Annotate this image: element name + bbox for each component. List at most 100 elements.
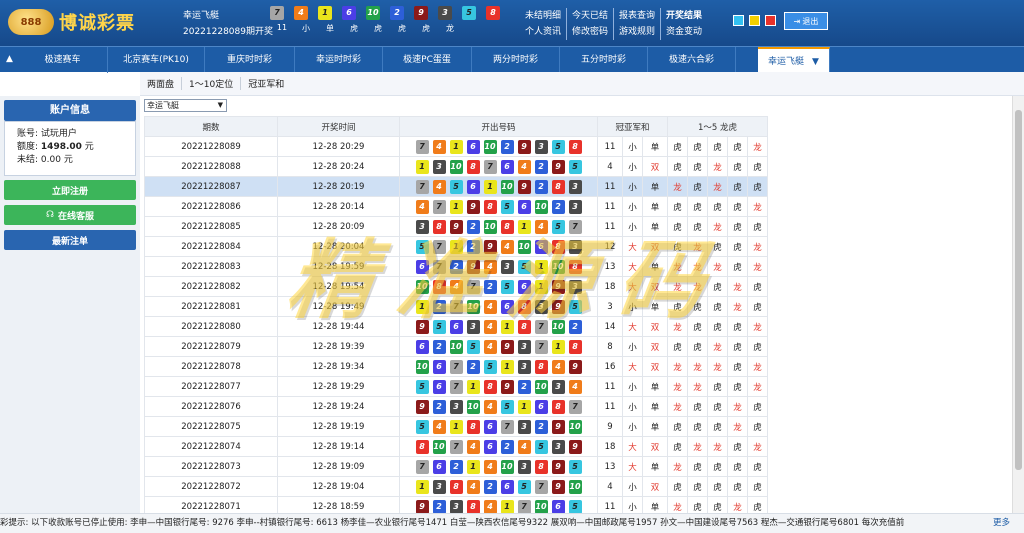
table-row[interactable]: 20221228073 12-28 19:09 7 6 2 1 4 10 3 8 9 5 13 大单龙虎虎… <box>144 456 769 477</box>
register-button[interactable]: 立即注册 <box>4 180 136 200</box>
result-ball: 2 <box>449 259 463 274</box>
logout-icon: ⇥ <box>793 16 801 26</box>
top-link[interactable]: 未结明细 <box>520 8 568 24</box>
cell-parity: 单 <box>642 496 668 513</box>
table-row[interactable]: 20221228086 12-28 20:14 4 7 1 9 8 5 6 10 2 3 11 小单虎虎虎… <box>144 196 769 217</box>
table-row[interactable]: 20221228088 12-28 20:24 1 3 10 8 7 6 4 2 9 5 4 小双虎虎龙虎… <box>144 156 769 177</box>
cell-sum: 4 <box>597 476 623 497</box>
brand-logo[interactable]: 888 博诚彩票 <box>8 6 135 38</box>
current-stat: 虎 <box>422 24 430 33</box>
logout-button[interactable]: ⇥ 退出 <box>784 12 828 30</box>
result-ball: 7 <box>483 159 497 174</box>
top-link[interactable]: 开奖结果 <box>661 8 707 24</box>
table-row[interactable]: 20221228089 12-28 20:29 7 4 1 6 10 2 9 3 5 8 11 小单虎虎虎… <box>144 136 769 157</box>
table-row[interactable]: 20221228077 12-28 19:29 5 6 7 1 8 9 2 10 3 4 11 小单龙龙虎… <box>144 376 769 397</box>
subnav-champion-sum[interactable]: 冠亚军和 <box>241 77 291 90</box>
cell-dragon-tiger: 虎 <box>667 136 688 157</box>
table-row[interactable]: 20221228079 12-28 19:39 6 2 10 5 4 9 3 7 1 8 8 小双虎虎龙虎… <box>144 336 769 357</box>
table-row[interactable]: 20221228081 12-28 19:49 1 2 7 10 4 6 8 3 9 5 3 小单虎虎虎龙… <box>144 296 769 317</box>
online-service-button[interactable]: ☊ 在线客服 <box>4 205 136 225</box>
tab-lottery[interactable]: 五分时时彩 <box>560 47 648 73</box>
top-link[interactable]: 资金变动 <box>661 24 707 40</box>
result-ball: 8 <box>449 479 463 494</box>
table-row[interactable]: 20221228085 12-28 20:09 3 8 9 2 10 8 1 4 5 7 11 小单虎虎龙… <box>144 216 769 237</box>
top-link[interactable]: 今天已结 <box>567 8 615 24</box>
cell-dragon-tiger: 虎 <box>687 316 708 337</box>
result-ball: 8 <box>432 219 446 234</box>
account-info-title: 账户信息 <box>4 100 136 121</box>
result-ball: 4 <box>483 459 497 474</box>
cell-dragon-tiger: 虎 <box>687 336 708 357</box>
top-link[interactable]: 游戏规则 <box>614 24 662 40</box>
cell-dragon-tiger: 龙 <box>707 436 728 457</box>
cell-dragon-tiger: 虎 <box>727 256 748 277</box>
table-row[interactable]: 20221228087 12-28 20:19 7 4 5 6 1 10 9 2 8 3 11 小单龙虎龙… <box>144 176 769 197</box>
cell-dragon-tiger: 虎 <box>707 276 728 297</box>
result-ball: 4 <box>483 299 497 314</box>
cell-dragon-tiger: 虎 <box>687 156 708 177</box>
table-row[interactable]: 20221228071 12-28 18:59 9 2 3 8 4 1 7 10 6 5 11 小单龙虎虎… <box>144 496 769 513</box>
theme-color-blue[interactable] <box>733 15 744 26</box>
cell-parity: 双 <box>642 476 668 497</box>
table-row[interactable]: 20221228078 12-28 19:34 10 6 7 2 5 1 3 8 4 9 16 大双龙龙龙… <box>144 356 769 377</box>
lottery-select[interactable]: 幸运飞艇 ▼ <box>144 99 227 112</box>
result-ball: 3 <box>568 199 582 214</box>
unsettled-row: 未结: 0.00 元 <box>17 154 135 167</box>
theme-color-red[interactable] <box>765 15 776 26</box>
result-ball: 6 <box>432 379 446 394</box>
cell-parity: 单 <box>642 396 668 417</box>
tab-lottery[interactable]: 北京赛车(PK10) <box>108 47 205 73</box>
table-row[interactable]: 20221228082 12-28 19:54 10 8 4 7 2 5 6 1 9 3 18 大双龙龙虎… <box>144 276 769 297</box>
nav-collapse-icon[interactable]: ▲ <box>6 54 13 64</box>
cell-issue: 20221228073 <box>144 456 278 477</box>
tab-lottery[interactable]: 极速六合彩 <box>648 47 736 73</box>
table-row[interactable]: 20221228074 12-28 19:14 8 10 7 4 6 2 4 5 3 9 18 大双虎龙龙… <box>144 436 769 457</box>
table-row[interactable]: 20221228076 12-28 19:24 9 2 3 10 4 5 1 6 8 7 11 小单龙虎虎… <box>144 396 769 417</box>
result-ball: 3 <box>568 179 582 194</box>
theme-color-yellow[interactable] <box>749 15 760 26</box>
scrollbar[interactable] <box>1012 96 1024 513</box>
table-row[interactable]: 20221228084 12-28 20:04 5 7 1 2 9 4 10 6 8 3 12 大双虎龙虎… <box>144 236 769 257</box>
cell-size: 大 <box>622 276 643 297</box>
tab-lottery[interactable]: 幸运时时彩 <box>295 47 383 73</box>
tab-lottery[interactable]: 重庆时时彩 <box>205 47 295 73</box>
tab-lottery[interactable]: 极速赛车 <box>18 47 108 73</box>
cell-issue: 20221228086 <box>144 196 278 217</box>
tab-lottery[interactable]: 幸运飞艇 ▼ <box>758 47 830 73</box>
top-link[interactable]: 个人资讯 <box>520 24 568 40</box>
result-ball: 3 <box>500 259 514 274</box>
sub-nav: 两面盘 1～10定位 冠亚军和 <box>140 72 1024 96</box>
result-ball: 9 <box>568 439 582 454</box>
table-header-row: 期数 开奖时间 开出号码 冠亚军和 1～5 龙虎 <box>144 116 769 137</box>
table-row[interactable]: 20221228072 12-28 19:04 1 3 8 4 2 6 5 7 9 10 4 小双虎虎虎虎… <box>144 476 769 497</box>
cell-dragon-tiger: 虎 <box>746 176 769 197</box>
top-link[interactable]: 修改密码 <box>567 24 615 40</box>
result-ball: 5 <box>500 399 514 414</box>
cell-size: 大 <box>622 236 643 257</box>
cell-parity: 双 <box>642 356 668 377</box>
cell-sum: 11 <box>597 176 623 197</box>
cell-dragon-tiger: 龙 <box>746 196 769 217</box>
top-link[interactable]: 报表查询 <box>614 8 662 24</box>
cell-dragon-tiger: 龙 <box>667 276 688 297</box>
table-row[interactable]: 20221228075 12-28 19:19 5 4 1 8 6 7 3 2 9 10 9 小单虎虎虎龙… <box>144 416 769 437</box>
result-ball: 2 <box>551 199 565 214</box>
result-ball: 10 <box>432 439 446 454</box>
latest-bets-button[interactable]: 最新注单 <box>4 230 136 250</box>
tab-lottery[interactable]: 两分时时彩 <box>472 47 560 73</box>
more-link[interactable]: 更多 <box>986 514 1010 533</box>
subnav-two-sides[interactable]: 两面盘 <box>140 77 183 90</box>
cell-numbers: 1 3 8 4 2 6 5 7 9 10 <box>399 476 598 497</box>
result-ball: 7 <box>449 379 463 394</box>
current-ball: 9 <box>414 6 428 20</box>
result-ball: 2 <box>517 379 531 394</box>
result-ball: 4 <box>483 499 497 513</box>
subnav-position[interactable]: 1～10定位 <box>182 77 242 90</box>
table-row[interactable]: 20221228080 12-28 19:44 9 5 6 3 4 1 8 7 10 2 14 大双龙虎虎… <box>144 316 769 337</box>
table-row[interactable]: 20221228083 12-28 19:59 6 7 2 9 4 3 5 1 10 8 13 大单龙龙龙… <box>144 256 769 277</box>
scrollbar-thumb[interactable] <box>1015 110 1022 470</box>
tab-lottery[interactable]: 极速PC蛋蛋 <box>383 47 472 73</box>
cell-dragon-tiger: 虎 <box>707 476 728 497</box>
result-ball: 8 <box>483 379 497 394</box>
result-ball: 9 <box>551 419 565 434</box>
